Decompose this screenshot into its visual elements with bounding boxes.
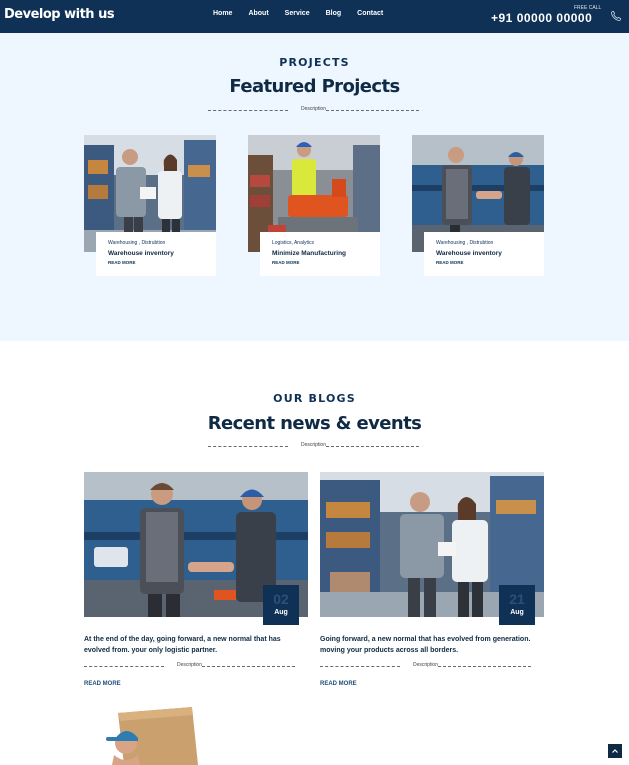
phone-number[interactable]: +91 00000 00000 bbox=[491, 11, 592, 25]
blog-excerpt[interactable]: Going forward, a new normal that has evo… bbox=[320, 634, 544, 656]
chevron-up-icon bbox=[612, 749, 618, 753]
project-category[interactable]: Warehousing , Distrubtion bbox=[436, 240, 532, 246]
project-category[interactable]: Warehousing , Distrubtion bbox=[108, 240, 204, 246]
read-more-link[interactable]: READ MORE bbox=[436, 260, 532, 265]
blogs-eyebrow: OUR BLOGS bbox=[273, 392, 356, 405]
project-name[interactable]: Warehouse inventory bbox=[108, 250, 204, 257]
project-card[interactable]: Warehousing , Distrubtion Warehouse inve… bbox=[412, 135, 544, 277]
date-day: 21 bbox=[509, 591, 525, 607]
projects-section: PROJECTS Featured Projects Description W… bbox=[0, 33, 629, 341]
divider-label: Description bbox=[300, 442, 326, 448]
blogs-divider: Description bbox=[208, 442, 419, 450]
nav-blog[interactable]: Blog bbox=[326, 10, 342, 17]
date-month: Aug bbox=[274, 609, 288, 616]
page: Develop with us Home About Service Blog … bbox=[0, 0, 629, 765]
nav-service[interactable]: Service bbox=[285, 10, 310, 17]
project-name[interactable]: Minimize Manufacturing bbox=[272, 250, 368, 257]
divider-label: Description bbox=[412, 662, 438, 668]
delivery-worker-image bbox=[106, 705, 198, 765]
project-card[interactable]: Logistics, Analytics Minimize Manufactur… bbox=[248, 135, 380, 277]
blogs-title: Recent news & events bbox=[207, 413, 422, 434]
date-day: 02 bbox=[273, 591, 289, 607]
nav-contact[interactable]: Contact bbox=[357, 10, 383, 17]
project-info: Logistics, Analytics Minimize Manufactur… bbox=[260, 232, 380, 276]
brand-logo[interactable]: Develop with us bbox=[4, 7, 115, 22]
projects-divider: Description bbox=[208, 106, 419, 114]
project-category[interactable]: Logistics, Analytics bbox=[272, 240, 368, 246]
date-month: Aug bbox=[510, 609, 524, 616]
scroll-top-button[interactable] bbox=[608, 744, 622, 758]
read-more-link[interactable]: READ MORE bbox=[272, 260, 368, 265]
project-info: Warehousing , Distrubtion Warehouse inve… bbox=[96, 232, 216, 276]
blog-divider: Description bbox=[320, 662, 531, 670]
site-header: Develop with us Home About Service Blog … bbox=[0, 0, 629, 33]
read-more-link[interactable]: READ MORE bbox=[108, 260, 204, 265]
projects-eyebrow: PROJECTS bbox=[279, 56, 350, 69]
divider-label: Description bbox=[300, 106, 326, 112]
project-info: Warehousing , Distrubtion Warehouse inve… bbox=[424, 232, 544, 276]
read-more-link[interactable]: READ MORE bbox=[320, 681, 357, 687]
projects-title: Featured Projects bbox=[229, 76, 400, 97]
project-card[interactable]: Warehousing , Distrubtion Warehouse inve… bbox=[84, 135, 216, 277]
nav-about[interactable]: About bbox=[248, 10, 268, 17]
blog-divider: Description bbox=[84, 662, 295, 670]
nav-home[interactable]: Home bbox=[213, 10, 232, 17]
divider-label: Description bbox=[176, 662, 202, 668]
phone-icon[interactable] bbox=[610, 10, 622, 22]
blog-excerpt[interactable]: At the end of the day, going forward, a … bbox=[84, 634, 308, 656]
date-badge: 21 Aug bbox=[499, 585, 535, 625]
date-badge: 02 Aug bbox=[263, 585, 299, 625]
project-name[interactable]: Warehouse inventory bbox=[436, 250, 532, 257]
read-more-link[interactable]: READ MORE bbox=[84, 681, 121, 687]
main-nav: Home About Service Blog Contact bbox=[213, 10, 399, 17]
